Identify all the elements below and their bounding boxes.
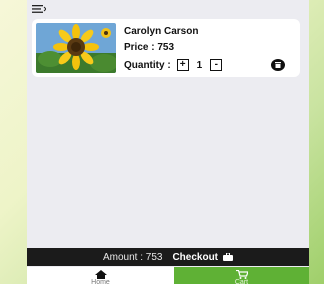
top-bar	[27, 0, 309, 16]
checkout-label: Checkout	[172, 251, 219, 263]
checkout-button[interactable]: Checkout	[172, 251, 234, 263]
product-image	[36, 23, 116, 73]
nav-item-cart[interactable]: Cart	[174, 267, 309, 284]
home-icon	[94, 270, 107, 279]
cart-icon	[235, 270, 248, 279]
quantity-row: Quantity : + 1 -	[124, 58, 223, 72]
increment-button[interactable]: +	[176, 59, 189, 71]
cart-item-card: Carolyn Carson Price : 753 Quantity : + …	[32, 19, 300, 77]
quantity-value: 1	[196, 59, 203, 71]
amount-bar: Amount : 753 Checkout	[27, 248, 309, 266]
trash-icon[interactable]	[271, 59, 285, 71]
nav-label-cart: Cart	[234, 279, 249, 284]
product-name: Carolyn Carson	[124, 26, 199, 37]
menu-icon[interactable]	[32, 5, 46, 13]
bottom-nav: Home Cart	[27, 267, 309, 284]
quantity-label: Quantity :	[124, 59, 171, 71]
app-screen: Carolyn Carson Price : 753 Quantity : + …	[27, 0, 309, 284]
bag-icon	[223, 253, 234, 261]
decrement-button[interactable]: -	[210, 59, 223, 71]
amount-total: Amount : 753	[102, 251, 163, 263]
nav-label-home: Home	[91, 279, 110, 284]
nav-item-home[interactable]: Home	[27, 267, 174, 284]
product-price: Price : 753	[124, 42, 175, 53]
sunflower-image	[36, 23, 116, 73]
